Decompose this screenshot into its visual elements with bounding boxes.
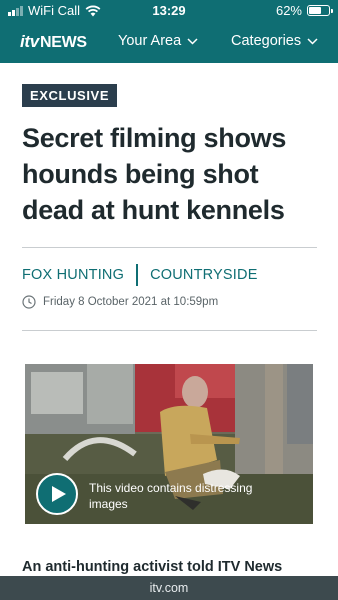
date-text: Friday 8 October 2021 at 10:59pm (43, 296, 219, 308)
article-headline: Secret filming shows hounds being shot d… (22, 123, 287, 225)
status-right: 62% (275, 3, 333, 18)
divider (22, 247, 317, 248)
clock-icon (22, 295, 36, 309)
chevron-down-icon (307, 37, 318, 45)
tag-separator (136, 264, 139, 286)
tag-fox-hunting[interactable]: FOX HUNTING (22, 267, 124, 283)
logo-itv: itv (20, 32, 39, 51)
exclusive-badge: EXCLUSIVE (22, 84, 118, 107)
play-button[interactable] (36, 473, 78, 515)
categories-label: Categories (231, 33, 302, 49)
battery-fill (309, 7, 321, 14)
your-area-label: Your Area (118, 33, 182, 49)
play-icon (51, 486, 66, 502)
status-bar: WiFi Call 13:29 62% (0, 0, 338, 21)
chevron-down-icon (187, 37, 198, 45)
article-lead: An anti-hunting activist told ITV News (22, 559, 283, 575)
site-header: itv NEWS Your Area Categories (0, 21, 338, 63)
publish-date: Friday 8 October 2021 at 10:59pm (22, 295, 218, 309)
url-text: itv.com (149, 581, 189, 595)
tag-countryside[interactable]: COUNTRYSIDE (150, 267, 257, 283)
video-player[interactable]: This video contains distressing images (25, 364, 313, 524)
categories-menu[interactable]: Categories (231, 33, 318, 49)
browser-url-bar[interactable]: itv.com (0, 576, 338, 600)
battery-icon (307, 5, 333, 16)
itv-news-logo[interactable]: itv NEWS (20, 32, 87, 52)
divider (22, 330, 317, 331)
battery-percent: 62% (275, 3, 302, 18)
video-warning: This video contains distressing images (89, 481, 253, 511)
logo-news: NEWS (39, 34, 87, 51)
your-area-menu[interactable]: Your Area (118, 33, 198, 49)
topic-tags: FOX HUNTING COUNTRYSIDE (22, 264, 258, 286)
